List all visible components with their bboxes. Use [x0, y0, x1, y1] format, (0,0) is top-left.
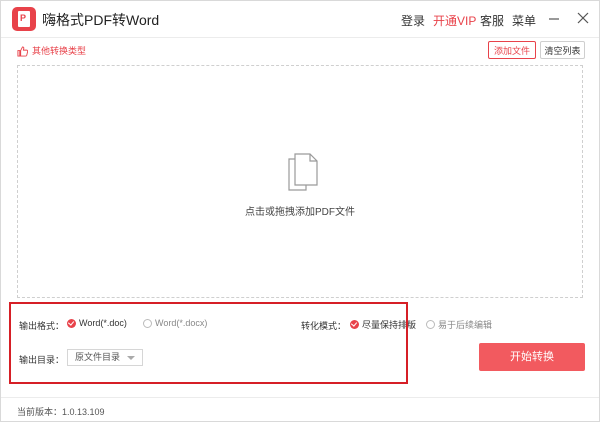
radio-checked-icon [67, 318, 76, 328]
output-directory-label: 输出目录： [19, 355, 65, 365]
app-logo-icon: P [12, 7, 36, 31]
clear-list-button[interactable]: 清空列表 [540, 41, 585, 59]
menu-link[interactable]: 菜单 [512, 12, 536, 29]
file-stack-icon [288, 153, 318, 191]
thumbs-up-icon [17, 46, 29, 57]
mode-keep-layout-radio[interactable]: 尽量保持排版 [350, 318, 416, 331]
radio-checked-icon [350, 320, 359, 329]
status-bar: 当前版本：1.0.13.109 [1, 397, 599, 422]
chevron-down-icon [127, 356, 135, 360]
minimize-icon[interactable] [546, 10, 562, 26]
mode-easy-edit-radio[interactable]: 易于后续编辑 [426, 318, 492, 331]
login-link[interactable]: 登录 [401, 12, 425, 29]
output-directory-value: 原文件目录 [75, 352, 121, 362]
convert-mode-label: 转化模式： [301, 321, 347, 331]
drop-zone-hint: 点击或拖拽添加PDF文件 [245, 207, 355, 218]
app-window: P 嗨格式PDF转Word 登录 开通VIP 客服 菜单 其他转换类型 添加文件… [0, 0, 600, 422]
radio-unchecked-icon [143, 318, 152, 328]
title-bar: P 嗨格式PDF转Word 登录 开通VIP 客服 菜单 [1, 1, 599, 38]
start-conversion-button[interactable]: 开始转换 [479, 343, 585, 371]
output-format-label: 输出格式： [19, 321, 65, 331]
other-conversion-types-link[interactable]: 其他转换类型 [17, 44, 86, 57]
format-doc-radio[interactable]: Word(*.doc) [67, 318, 127, 328]
mode-keep-layout-label: 尽量保持排版 [362, 320, 417, 330]
format-docx-radio[interactable]: Word(*.docx) [143, 318, 207, 328]
version-text: 当前版本：1.0.13.109 [17, 407, 105, 417]
format-doc-label: Word(*.doc) [79, 318, 127, 328]
customer-service-link[interactable]: 客服 [480, 12, 504, 29]
close-icon[interactable] [575, 10, 591, 26]
mode-easy-edit-label: 易于后续编辑 [438, 320, 493, 330]
options-highlight-box [9, 302, 408, 384]
format-docx-label: Word(*.docx) [155, 318, 208, 328]
pdf-drop-zone[interactable]: 点击或拖拽添加PDF文件 [17, 65, 583, 298]
add-file-button[interactable]: 添加文件 [488, 41, 536, 59]
other-conversion-types-label: 其他转换类型 [32, 46, 87, 56]
vip-link[interactable]: 开通VIP [433, 12, 476, 29]
app-title: 嗨格式PDF转Word [42, 12, 160, 28]
radio-unchecked-icon [426, 320, 435, 329]
output-directory-select[interactable]: 原文件目录 [67, 349, 143, 366]
